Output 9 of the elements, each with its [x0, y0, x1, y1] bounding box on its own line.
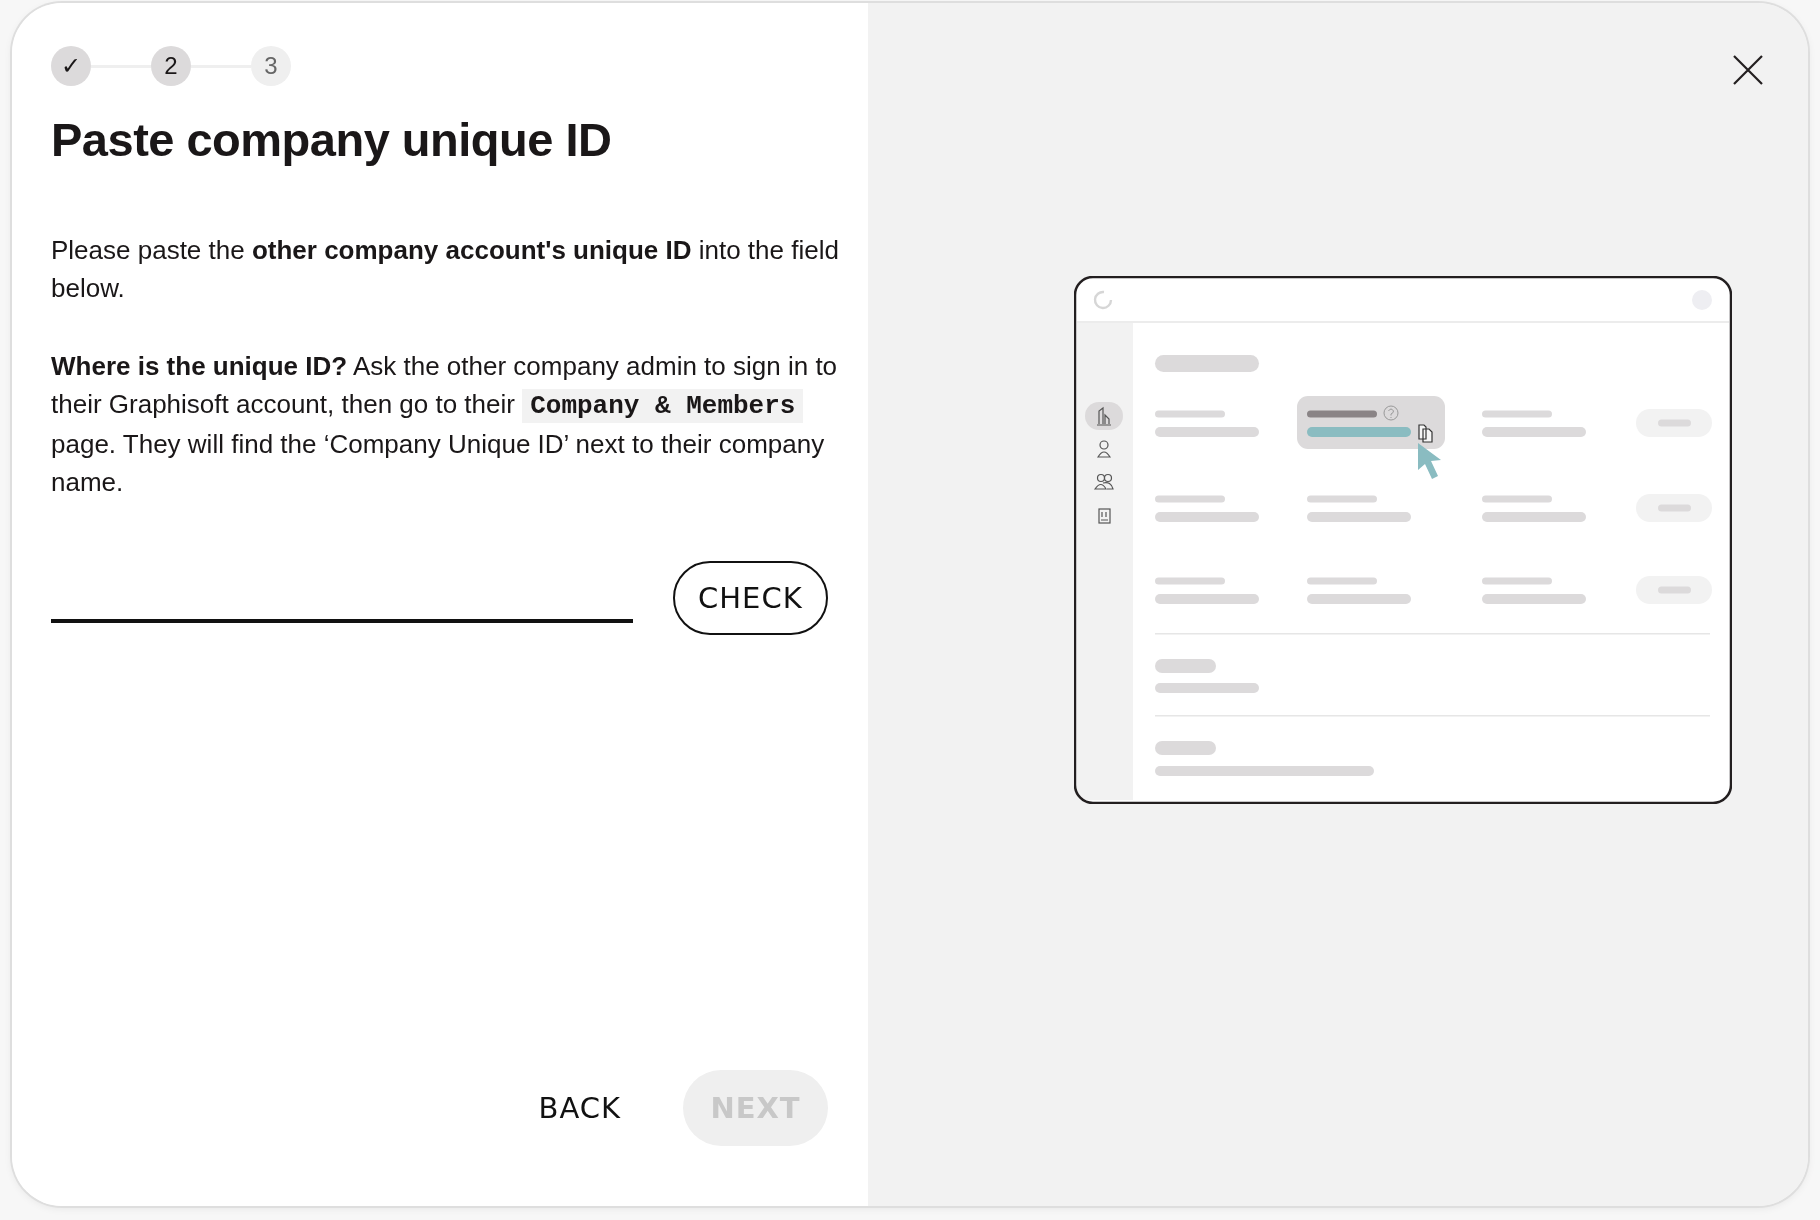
- instruction-text: Please paste the other company account's unique ID into the field below.: [51, 234, 840, 305]
- step-indicator: ✓: [51, 46, 91, 86]
- step-indicator: 2: [151, 46, 191, 86]
- back-button[interactable]: BACK: [538, 1091, 621, 1125]
- step-indicator: 3: [251, 46, 291, 86]
- close-icon[interactable]: [1732, 54, 1764, 86]
- instruction-text: Where is the unique ID? Ask the other company admin to sign in to their Graphisoft account, then go to their Company & Members page. They will find the ‘Company Unique ID’ next to their company name.: [51, 350, 839, 499]
- dialog-title: Paste company unique ID: [51, 112, 613, 167]
- check-button[interactable]: CHECK: [672, 561, 828, 635]
